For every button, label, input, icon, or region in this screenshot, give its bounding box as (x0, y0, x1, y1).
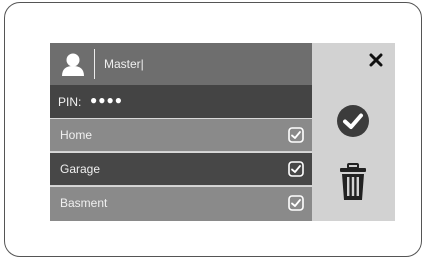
list-item-label: Garage (60, 162, 101, 176)
list-item-label: Basment (60, 196, 108, 210)
checkbox-checked-icon[interactable] (288, 195, 304, 211)
close-icon[interactable] (369, 53, 383, 67)
pin-row[interactable]: PIN: ●●●● (50, 85, 312, 118)
list-item-home[interactable]: Home (50, 118, 312, 151)
list-item-label: Home (60, 128, 93, 142)
list-item-garage[interactable]: Garage (50, 152, 312, 185)
list-item-basment[interactable]: Basment (50, 186, 312, 221)
user-row[interactable]: Master| (50, 43, 312, 85)
checkbox-checked-icon[interactable] (288, 161, 304, 177)
checkbox-checked-icon[interactable] (288, 127, 304, 143)
action-panel (312, 43, 395, 221)
screen: Master| PIN: ●●●● Home Garage Basment (50, 43, 395, 221)
zone-list: Master| PIN: ●●●● Home Garage Basment (50, 43, 312, 221)
user-name-field[interactable]: Master| (104, 57, 144, 71)
pin-label: PIN: (58, 95, 82, 109)
user-divider (94, 49, 95, 79)
user-icon (62, 53, 84, 76)
device-frame: Master| PIN: ●●●● Home Garage Basment (4, 2, 422, 257)
check-circle-icon[interactable] (336, 104, 370, 138)
pin-field[interactable]: ●●●● (90, 93, 123, 107)
trash-icon[interactable] (339, 163, 367, 201)
